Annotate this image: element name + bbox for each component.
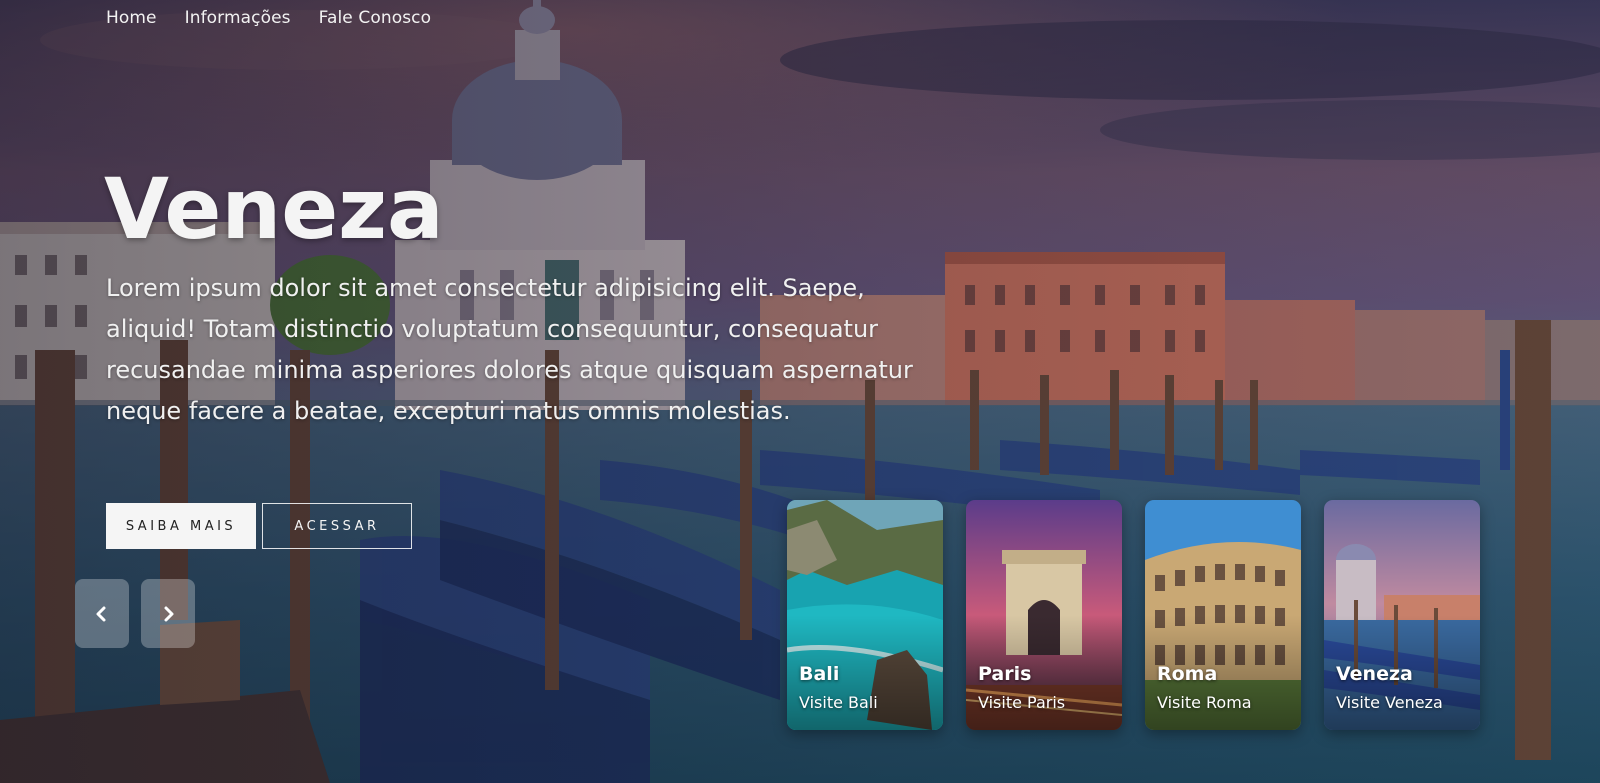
slider-next-button[interactable] bbox=[141, 579, 195, 648]
acessar-button[interactable]: ACESSAR bbox=[262, 503, 412, 549]
destination-cards: Bali Visite Bali Paris Visite Paris Roma… bbox=[787, 500, 1480, 730]
top-navigation: Home Informações Fale Conosco bbox=[106, 8, 431, 28]
nav-link-home[interactable]: Home bbox=[106, 8, 157, 28]
card-title: Bali bbox=[799, 663, 840, 685]
chevron-left-icon bbox=[96, 606, 106, 621]
slider-prev-button[interactable] bbox=[75, 579, 129, 648]
hero-buttons: SAIBA MAIS ACESSAR bbox=[106, 503, 412, 549]
slider-controls bbox=[75, 579, 195, 648]
destination-card-roma[interactable]: Roma Visite Roma bbox=[1145, 500, 1301, 730]
hero-title: Veneza bbox=[104, 160, 444, 258]
destination-card-paris[interactable]: Paris Visite Paris bbox=[966, 500, 1122, 730]
hero-description: Lorem ipsum dolor sit amet consectetur a… bbox=[106, 274, 913, 425]
card-title: Veneza bbox=[1336, 663, 1413, 685]
card-subtitle: Visite Paris bbox=[978, 693, 1066, 712]
card-subtitle: Visite Bali bbox=[799, 693, 878, 712]
card-title: Paris bbox=[978, 663, 1032, 685]
destination-card-bali[interactable]: Bali Visite Bali bbox=[787, 500, 943, 730]
nav-link-fale-conosco[interactable]: Fale Conosco bbox=[319, 8, 431, 28]
card-subtitle: Visite Veneza bbox=[1336, 693, 1443, 712]
chevron-right-icon bbox=[164, 606, 174, 621]
destination-card-veneza[interactable]: Veneza Visite Veneza bbox=[1324, 500, 1480, 730]
card-title: Roma bbox=[1157, 663, 1218, 685]
nav-link-informacoes[interactable]: Informações bbox=[185, 8, 291, 28]
saiba-mais-button[interactable]: SAIBA MAIS bbox=[106, 503, 256, 549]
card-subtitle: Visite Roma bbox=[1157, 693, 1252, 712]
